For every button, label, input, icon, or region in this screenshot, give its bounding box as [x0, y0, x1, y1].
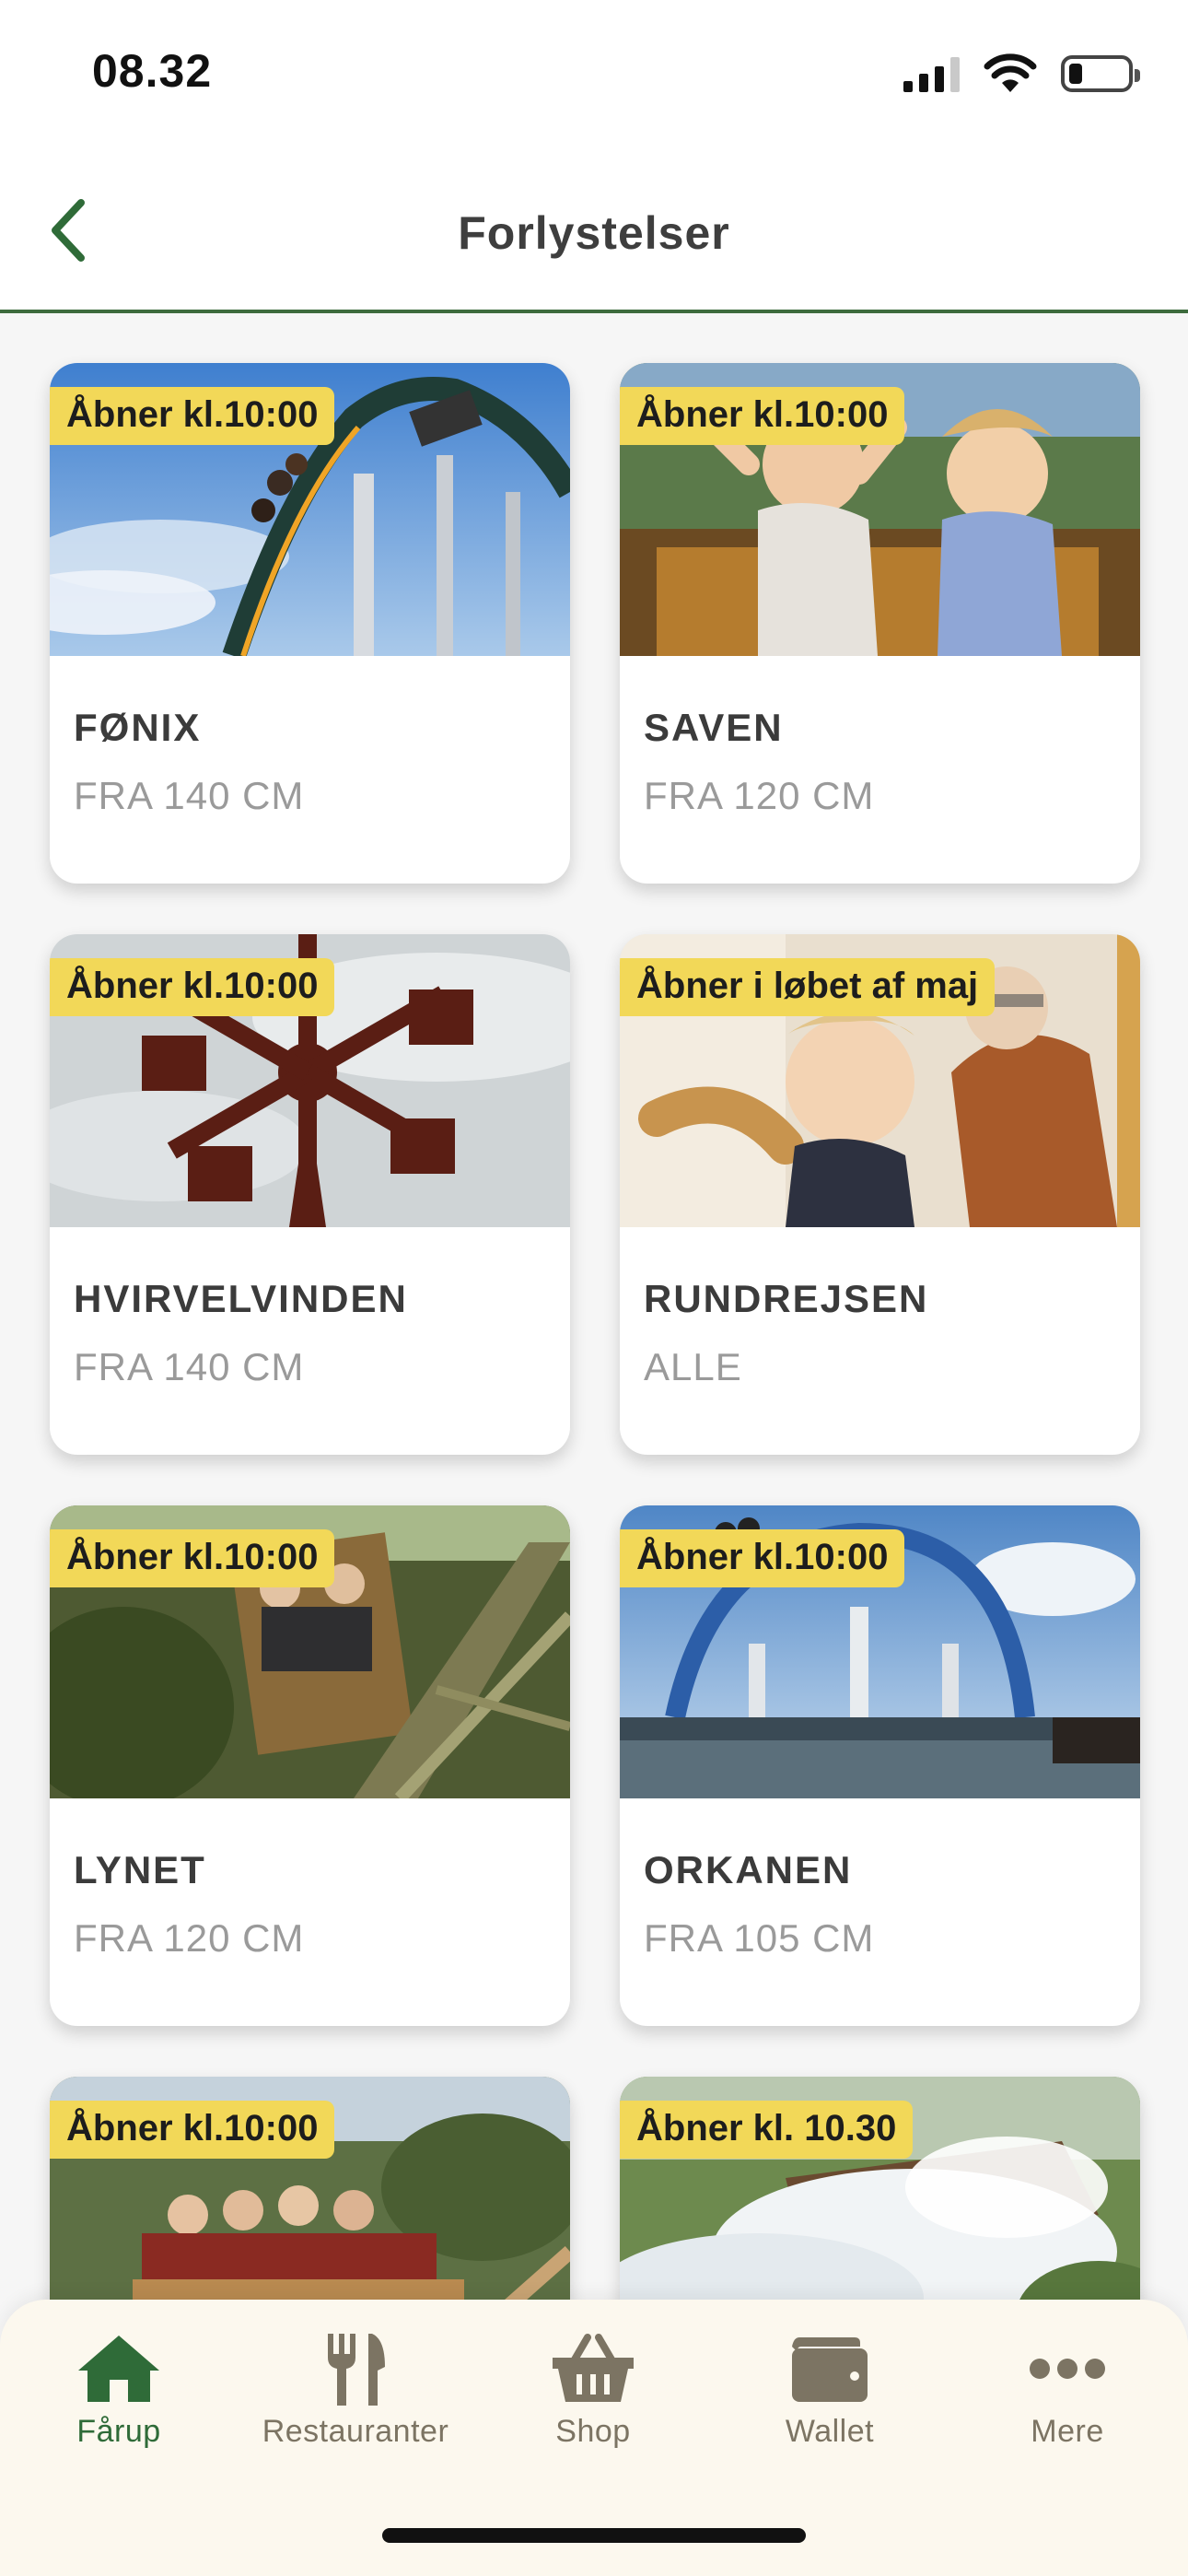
- ride-height-requirement: ALLE: [644, 1345, 742, 1388]
- ride-card[interactable]: Åbner i løbet af maj RUNDREJSEN ALLE: [620, 934, 1140, 1455]
- ride-card[interactable]: Åbner kl.10:00 ORKANEN FRA 105 CM: [620, 1505, 1140, 2026]
- tab-mere[interactable]: Mere: [957, 2327, 1178, 2450]
- tab-farup[interactable]: Fårup: [8, 2327, 229, 2450]
- rides-grid: Åbner kl.10:00 FØNIX FRA 140 CM Åbner kl…: [50, 363, 1140, 2576]
- ride-height-requirement: FRA 140 CM: [74, 774, 305, 817]
- ride-height-requirement: FRA 105 CM: [644, 1916, 875, 1960]
- tab-label: Mere: [1031, 2414, 1104, 2449]
- opening-time-badge: Åbner kl.10:00: [50, 2101, 335, 2159]
- home-indicator: [382, 2528, 806, 2543]
- page-title: Forlystelser: [458, 207, 730, 259]
- status-icons: [903, 53, 1140, 94]
- tab-label: Restauranter: [262, 2414, 449, 2449]
- basket-icon: [553, 2334, 634, 2402]
- tab-restauranter[interactable]: Restauranter: [245, 2327, 466, 2450]
- battery-icon: [1061, 55, 1140, 92]
- navigation-bar: Forlystelser: [0, 147, 1188, 313]
- ride-card[interactable]: Åbner kl.10:00 FØNIX FRA 140 CM: [50, 363, 570, 884]
- ride-card[interactable]: Åbner kl.10:00 LYNET FRA 120 CM: [50, 1505, 570, 2026]
- opening-time-badge: Åbner kl.10:00: [620, 1529, 905, 1587]
- home-icon: [78, 2336, 159, 2402]
- ride-name: RUNDREJSEN: [644, 1277, 929, 1320]
- ride-name: HVIRVELVINDEN: [74, 1277, 408, 1320]
- more-dots-icon: [1030, 2359, 1105, 2379]
- ride-height-requirement: FRA 140 CM: [74, 1345, 305, 1388]
- ride-name: FØNIX: [74, 706, 202, 749]
- screen: 08.32 Forlystelser Åbner kl.10:00 FØNIX …: [0, 0, 1188, 2576]
- opening-time-badge: Åbner kl.10:00: [50, 1529, 335, 1587]
- wallet-icon: [792, 2337, 868, 2402]
- tab-label: Wallet: [785, 2414, 875, 2449]
- opening-time-badge: Åbner kl.10:00: [50, 387, 335, 445]
- ride-card[interactable]: Åbner kl.10:00 HVIRVELVINDEN FRA 140 CM: [50, 934, 570, 1455]
- ride-height-requirement: FRA 120 CM: [644, 774, 875, 817]
- opening-time-badge: Åbner kl.10:00: [50, 958, 335, 1016]
- ride-height-requirement: FRA 120 CM: [74, 1916, 305, 1960]
- opening-time-badge: Åbner kl.10:00: [620, 387, 905, 445]
- tab-label: Fårup: [76, 2414, 161, 2449]
- opening-time-badge: Åbner kl. 10.30: [620, 2101, 914, 2159]
- wifi-icon: [984, 53, 1037, 92]
- ride-card[interactable]: Åbner kl.10:00 SAVEN FRA 120 CM: [620, 363, 1140, 884]
- status-time: 08.32: [92, 45, 213, 97]
- opening-time-badge: Åbner i løbet af maj: [620, 958, 996, 1016]
- tab-shop[interactable]: Shop: [483, 2327, 704, 2450]
- ride-name: ORKANEN: [644, 1848, 853, 1891]
- cellular-signal-icon: [903, 55, 960, 92]
- cutlery-icon: [328, 2334, 385, 2406]
- tab-label: Shop: [555, 2414, 631, 2449]
- tab-wallet[interactable]: Wallet: [719, 2327, 940, 2450]
- ride-name: SAVEN: [644, 706, 784, 749]
- status-bar: 08.32: [0, 0, 1188, 147]
- ride-name: LYNET: [74, 1848, 206, 1891]
